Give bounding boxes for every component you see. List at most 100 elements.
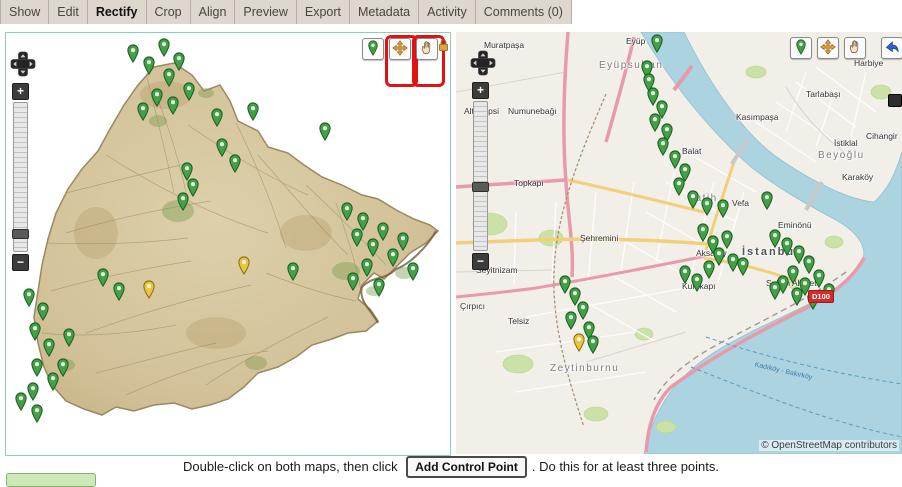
green-map-marker[interactable]	[63, 328, 75, 348]
green-map-marker[interactable]	[577, 301, 589, 321]
green-map-marker[interactable]	[15, 392, 27, 412]
green-map-marker[interactable]	[97, 268, 109, 288]
green-map-marker[interactable]	[701, 197, 713, 217]
green-map-marker[interactable]	[319, 122, 331, 142]
green-map-marker[interactable]	[397, 232, 409, 252]
layer-switcher-toggle[interactable]	[881, 37, 902, 59]
zoom-out-button[interactable]: −	[472, 253, 489, 270]
green-map-marker[interactable]	[229, 154, 241, 174]
map-navigation-controls: + −	[470, 50, 498, 270]
green-map-marker[interactable]	[247, 102, 259, 122]
move-point-tool[interactable]	[817, 37, 839, 59]
control-point-layer	[6, 33, 450, 455]
map-navigation-controls: + −	[10, 51, 38, 271]
green-map-marker[interactable]	[158, 38, 170, 58]
reference-map-panel[interactable]: MuratpaşaEyüpEyüpsultanHarbiyeAltıntepsi…	[456, 32, 902, 454]
tab-crop[interactable]: Crop	[147, 0, 191, 24]
zoom-slider-handle[interactable]	[472, 182, 489, 192]
green-map-marker[interactable]	[183, 82, 195, 102]
hand-icon	[848, 39, 863, 57]
green-map-marker[interactable]	[657, 137, 669, 157]
zoom-in-button[interactable]: +	[12, 83, 29, 100]
green-map-marker[interactable]	[27, 382, 39, 402]
move-point-tool-slot	[817, 37, 839, 59]
tab-show[interactable]: Show	[0, 0, 49, 24]
green-map-marker[interactable]	[761, 191, 773, 211]
green-map-marker[interactable]	[703, 260, 715, 280]
green-map-marker[interactable]	[137, 102, 149, 122]
green-map-marker[interactable]	[31, 404, 43, 424]
green-map-marker[interactable]	[151, 88, 163, 108]
pan-tool[interactable]	[844, 37, 866, 59]
green-map-marker[interactable]	[687, 190, 699, 210]
green-map-marker[interactable]	[691, 273, 703, 293]
tab-export[interactable]: Export	[297, 0, 350, 24]
tab-metadata[interactable]: Metadata	[350, 0, 419, 24]
tab-align[interactable]: Align	[191, 0, 236, 24]
green-map-marker[interactable]	[679, 265, 691, 285]
lock-icon[interactable]	[438, 38, 449, 55]
tab-comments-0[interactable]: Comments (0)	[476, 0, 572, 24]
green-map-marker[interactable]	[373, 278, 385, 298]
green-map-marker[interactable]	[565, 311, 577, 331]
tab-activity[interactable]: Activity	[419, 0, 476, 24]
zoom-slider[interactable]	[13, 102, 28, 252]
add-marker-tool[interactable]	[362, 38, 384, 60]
green-map-marker[interactable]	[37, 302, 49, 322]
green-map-marker[interactable]	[347, 272, 359, 292]
zoom-in-button[interactable]: +	[472, 82, 489, 99]
yellow-map-marker[interactable]	[238, 256, 250, 276]
green-map-marker[interactable]	[43, 338, 55, 358]
yellow-map-marker[interactable]	[573, 333, 585, 353]
osm-attribution: © OpenStreetMap contributors	[759, 440, 899, 451]
green-map-marker[interactable]	[791, 287, 803, 307]
green-map-marker[interactable]	[173, 52, 185, 72]
green-map-marker[interactable]	[407, 262, 419, 282]
green-map-marker[interactable]	[127, 44, 139, 64]
green-map-marker[interactable]	[377, 222, 389, 242]
green-map-marker[interactable]	[643, 73, 655, 93]
green-map-marker[interactable]	[177, 192, 189, 212]
pan-tool[interactable]	[416, 38, 438, 60]
pan-tool-slot	[844, 37, 866, 59]
tab-rectify[interactable]: Rectify	[88, 0, 147, 24]
overview-map-toggle[interactable]	[888, 94, 902, 107]
green-map-marker[interactable]	[769, 281, 781, 301]
green-map-marker[interactable]	[211, 108, 223, 128]
green-map-marker[interactable]	[113, 282, 125, 302]
pan-control[interactable]	[470, 50, 496, 76]
source-map-panel[interactable]: + −	[5, 32, 451, 456]
zoom-slider[interactable]	[473, 101, 488, 251]
green-map-marker[interactable]	[737, 257, 749, 277]
green-map-marker[interactable]	[717, 199, 729, 219]
tab-edit[interactable]: Edit	[49, 0, 88, 24]
green-map-marker[interactable]	[781, 237, 793, 257]
green-map-marker[interactable]	[167, 96, 179, 116]
add-marker-tool[interactable]	[790, 37, 812, 59]
instruction-text: Double-click on both maps, then click Ad…	[0, 456, 902, 478]
green-map-marker[interactable]	[361, 258, 373, 278]
green-map-marker[interactable]	[57, 358, 69, 378]
partial-hidden-button[interactable]	[6, 473, 96, 487]
tab-preview[interactable]: Preview	[235, 0, 296, 24]
green-map-marker[interactable]	[351, 228, 363, 248]
green-map-marker[interactable]	[651, 34, 663, 54]
green-map-marker[interactable]	[23, 288, 35, 308]
add-control-point-button[interactable]: Add Control Point	[406, 456, 527, 478]
zoom-slider-handle[interactable]	[12, 229, 29, 239]
green-map-marker[interactable]	[587, 335, 599, 355]
pan-control[interactable]	[10, 51, 36, 77]
red-highlight-box	[389, 38, 411, 60]
green-map-marker[interactable]	[341, 202, 353, 222]
green-map-marker[interactable]	[673, 177, 685, 197]
green-map-marker[interactable]	[216, 138, 228, 158]
green-map-marker[interactable]	[143, 56, 155, 76]
green-map-marker[interactable]	[31, 358, 43, 378]
green-map-marker[interactable]	[29, 322, 41, 342]
yellow-map-marker[interactable]	[143, 280, 155, 300]
green-map-marker[interactable]	[649, 113, 661, 133]
green-map-marker[interactable]	[769, 229, 781, 249]
move-point-tool[interactable]	[389, 38, 411, 60]
zoom-out-button[interactable]: −	[12, 254, 29, 271]
green-map-marker[interactable]	[287, 262, 299, 282]
